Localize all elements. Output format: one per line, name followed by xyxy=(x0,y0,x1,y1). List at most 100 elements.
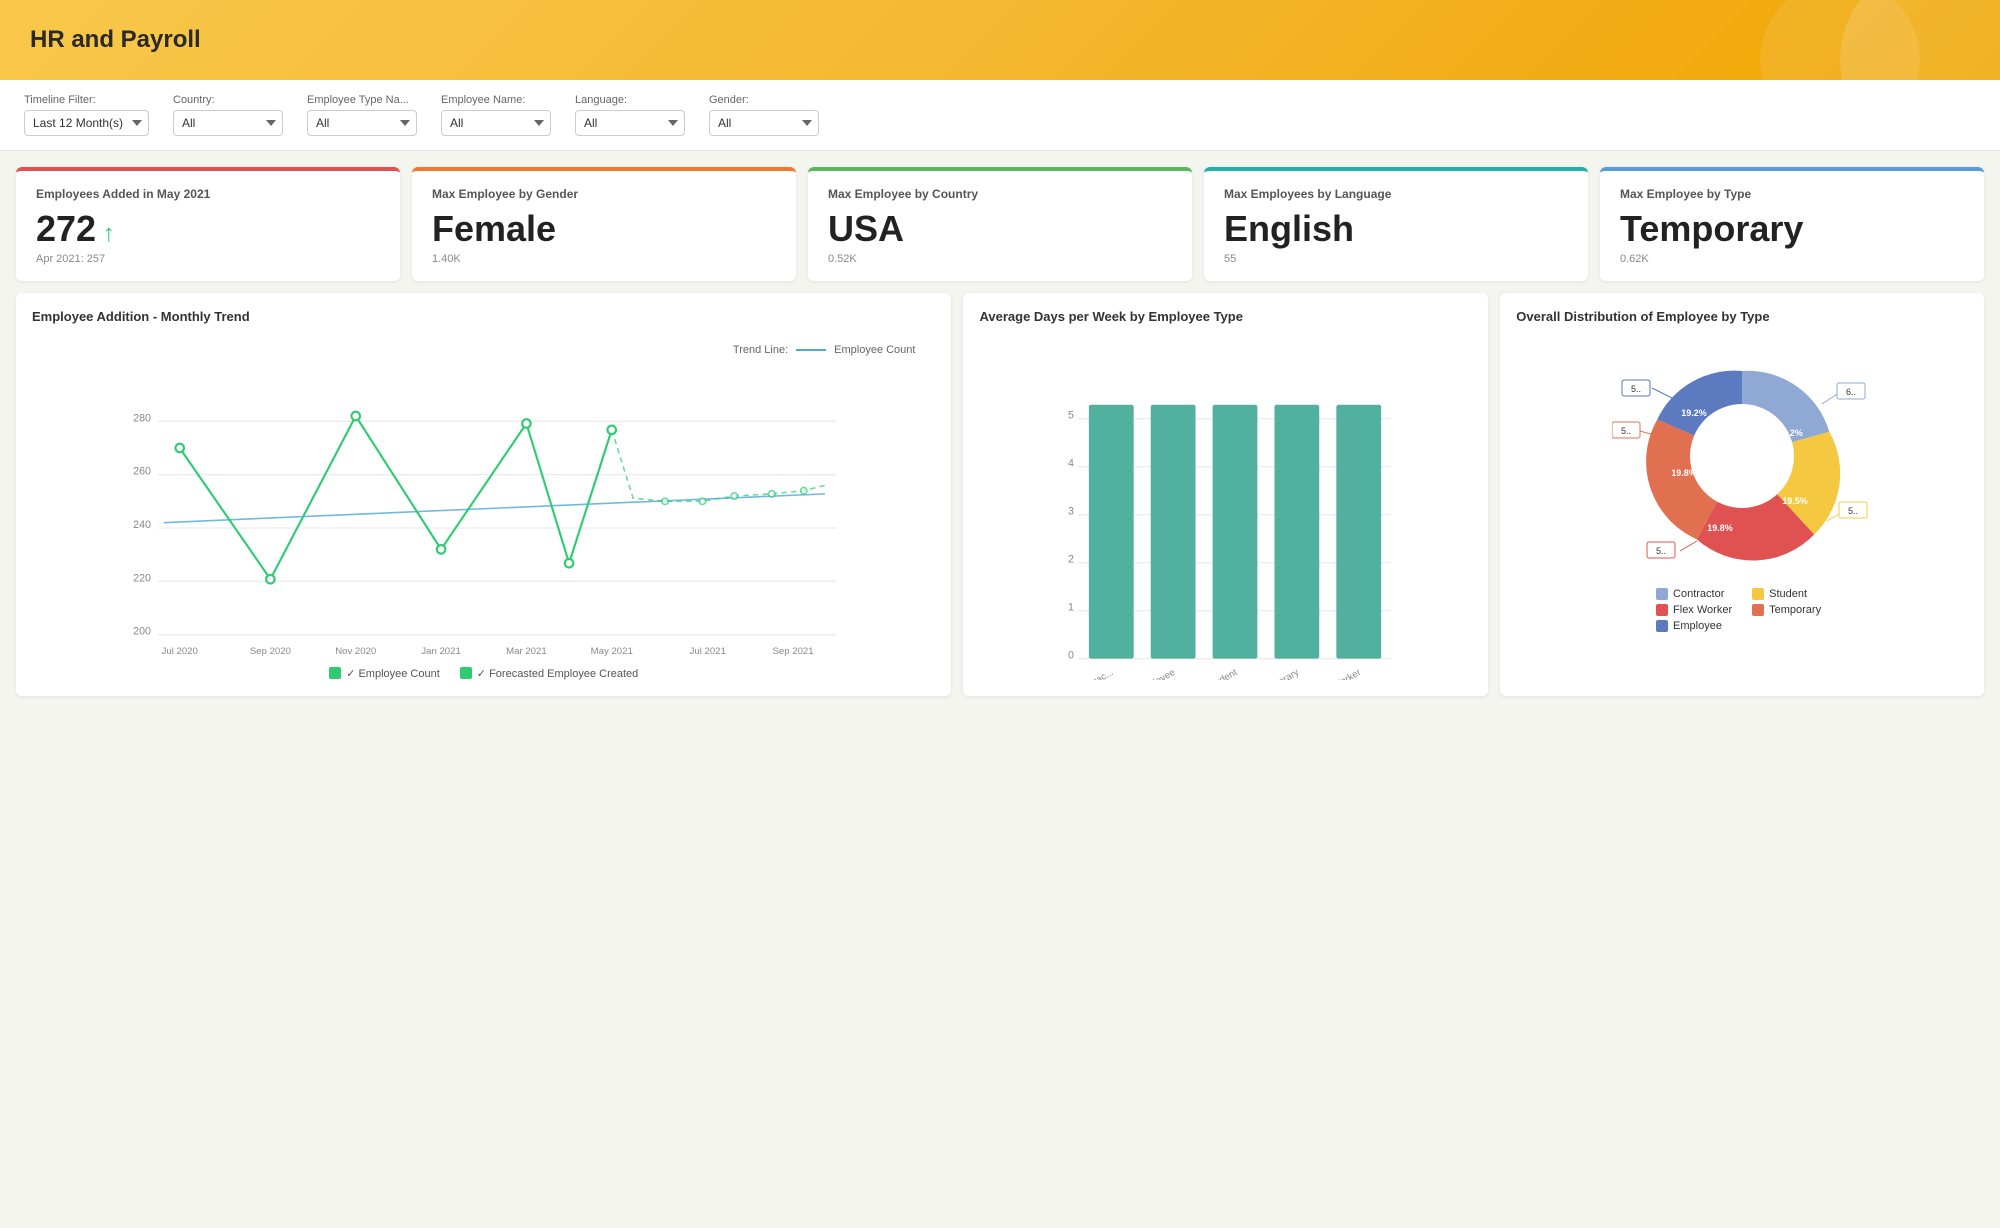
svg-text:0: 0 xyxy=(1068,649,1074,661)
trend-legend-line xyxy=(796,349,826,351)
filters-bar: Timeline Filter: Last 12 Month(s) Last 6… xyxy=(0,80,2000,151)
svg-text:Jul 2020: Jul 2020 xyxy=(162,645,198,655)
donut-legend-temporary: Temporary xyxy=(1752,604,1828,616)
employee-type-label: Employee Type Na... xyxy=(307,94,417,106)
kpi-card-language: Max Employees by Language English 55 xyxy=(1204,167,1588,281)
donut-legend-contractor-label: Contractor xyxy=(1673,588,1724,600)
svg-text:Mar 2021: Mar 2021 xyxy=(506,645,547,655)
legend-forecasted-box xyxy=(460,667,472,679)
country-filter: Country: AllUSA xyxy=(173,94,283,136)
language-select[interactable]: All xyxy=(575,110,685,136)
kpi-card-added: Employees Added in May 2021272 ↑Apr 2021… xyxy=(16,167,400,281)
legend-forecasted: ✓ Forecasted Employee Created xyxy=(460,667,638,680)
svg-text:4: 4 xyxy=(1068,457,1074,469)
employee-name-filter: Employee Name: All xyxy=(441,94,551,136)
svg-text:260: 260 xyxy=(133,465,151,477)
donut-legend-contractor: Contractor xyxy=(1656,588,1732,600)
bar-chart-svg: 0 1 2 3 4 5 Co xyxy=(979,360,1472,680)
kpi-sub-country: 0.52K xyxy=(828,253,1172,265)
svg-text:19.8%: 19.8% xyxy=(1671,468,1697,478)
svg-text:220: 220 xyxy=(133,572,151,584)
svg-text:Sep 2021: Sep 2021 xyxy=(773,645,814,655)
kpi-value-type: Temporary xyxy=(1620,209,1964,249)
timeline-select[interactable]: Last 12 Month(s) Last 6 Month(s) Last 3 … xyxy=(24,110,149,136)
page-title: HR and Payroll xyxy=(30,26,201,54)
kpi-card-country: Max Employee by CountryUSA0.52K xyxy=(808,167,1192,281)
svg-text:5..: 5.. xyxy=(1848,506,1858,516)
donut-container: 21.2% 19.5% 19.8% 19.8% 19.2% 6.. 5.. 5.… xyxy=(1516,336,1968,680)
legend-employee-count: ✓ Employee Count xyxy=(329,667,440,680)
kpi-value-gender: Female xyxy=(432,209,776,249)
kpi-title-language: Max Employees by Language xyxy=(1224,187,1568,201)
svg-text:Student: Student xyxy=(1205,666,1239,679)
svg-text:3: 3 xyxy=(1068,505,1074,517)
bar-chart-title: Average Days per Week by Employee Type xyxy=(979,309,1472,324)
language-label: Language: xyxy=(575,94,685,106)
country-label: Country: xyxy=(173,94,283,106)
svg-text:6..: 6.. xyxy=(1846,387,1856,397)
donut-chart-title: Overall Distribution of Employee by Type xyxy=(1516,309,1968,324)
kpi-title-added: Employees Added in May 2021 xyxy=(36,187,380,201)
employee-type-filter: Employee Type Na... All xyxy=(307,94,417,136)
kpi-sub-gender: 1.40K xyxy=(432,253,776,265)
up-arrow-icon: ↑ xyxy=(96,220,115,247)
svg-text:280: 280 xyxy=(133,412,151,424)
donut-legend-temporary-dot xyxy=(1752,604,1764,616)
timeline-label: Timeline Filter: xyxy=(24,94,149,106)
kpi-sub-language: 55 xyxy=(1224,253,1568,265)
svg-text:19.8%: 19.8% xyxy=(1707,523,1733,533)
country-select[interactable]: AllUSA xyxy=(173,110,283,136)
donut-legend: Contractor Student Flex Worker Temporary… xyxy=(1656,588,1828,632)
svg-text:19.5%: 19.5% xyxy=(1782,496,1808,506)
svg-text:Temporary: Temporary xyxy=(1257,667,1302,680)
trend-legend-value: Employee Count xyxy=(834,344,915,356)
donut-legend-student: Student xyxy=(1752,588,1828,600)
header: HR and Payroll xyxy=(0,0,2000,80)
svg-text:Jan 2021: Jan 2021 xyxy=(421,645,460,655)
svg-text:May 2021: May 2021 xyxy=(591,645,633,655)
svg-text:19.2%: 19.2% xyxy=(1681,408,1707,418)
employee-type-select[interactable]: All xyxy=(307,110,417,136)
svg-text:200: 200 xyxy=(133,625,151,637)
kpi-title-gender: Max Employee by Gender xyxy=(432,187,776,201)
svg-text:21.2%: 21.2% xyxy=(1777,428,1803,438)
kpi-title-country: Max Employee by Country xyxy=(828,187,1172,201)
employee-name-select[interactable]: All xyxy=(441,110,551,136)
bar-chart-area: 0 1 2 3 4 5 Co xyxy=(979,336,1472,680)
kpi-card-gender: Max Employee by Gender Female 1.40K xyxy=(412,167,796,281)
language-filter: Language: All xyxy=(575,94,685,136)
donut-legend-contractor-dot xyxy=(1656,588,1668,600)
line-chart-area: Trend Line: Employee Count 200 220 240 2… xyxy=(32,336,935,659)
bar-chart-card: Average Days per Week by Employee Type 0… xyxy=(963,293,1488,696)
gender-select[interactable]: All xyxy=(709,110,819,136)
employee-name-label: Employee Name: xyxy=(441,94,551,106)
kpi-sub-type: 0.62K xyxy=(1620,253,1964,265)
svg-text:Employee: Employee xyxy=(1135,667,1177,680)
svg-text:240: 240 xyxy=(133,519,151,531)
gender-label: Gender: xyxy=(709,94,819,106)
svg-text:Contrac...: Contrac... xyxy=(1074,667,1116,680)
svg-text:2: 2 xyxy=(1068,553,1074,565)
donut-legend-flexworker-label: Flex Worker xyxy=(1673,604,1732,616)
donut-chart-svg: 21.2% 19.5% 19.8% 19.8% 19.2% 6.. 5.. 5.… xyxy=(1612,336,1872,576)
trend-legend-label: Trend Line: xyxy=(733,344,788,356)
kpi-title-type: Max Employee by Type xyxy=(1620,187,1964,201)
legend-employee-count-label: ✓ Employee Count xyxy=(346,667,440,680)
donut-legend-flexworker-dot xyxy=(1656,604,1668,616)
donut-chart-card: Overall Distribution of Employee by Type xyxy=(1500,293,1984,696)
svg-text:Jul 2021: Jul 2021 xyxy=(690,645,726,655)
line-chart-legend: ✓ Employee Count ✓ Forecasted Employee C… xyxy=(32,667,935,680)
donut-legend-employee-label: Employee xyxy=(1673,620,1722,632)
trend-legend: Trend Line: Employee Count xyxy=(733,344,916,356)
line-chart-title: Employee Addition - Monthly Trend xyxy=(32,309,935,324)
kpi-value-language: English xyxy=(1224,209,1568,249)
svg-text:Flex Worker: Flex Worker xyxy=(1313,666,1364,679)
donut-legend-student-dot xyxy=(1752,588,1764,600)
kpi-card-type: Max Employee by Type Temporary 0.62K xyxy=(1600,167,1984,281)
kpi-value-added: 272 ↑ xyxy=(36,209,380,249)
charts-row: Employee Addition - Monthly Trend Trend … xyxy=(0,281,2000,712)
svg-text:5..: 5.. xyxy=(1621,426,1631,436)
donut-legend-employee: Employee xyxy=(1656,620,1732,632)
donut-legend-temporary-label: Temporary xyxy=(1769,604,1821,616)
svg-text:Sep 2020: Sep 2020 xyxy=(250,645,291,655)
